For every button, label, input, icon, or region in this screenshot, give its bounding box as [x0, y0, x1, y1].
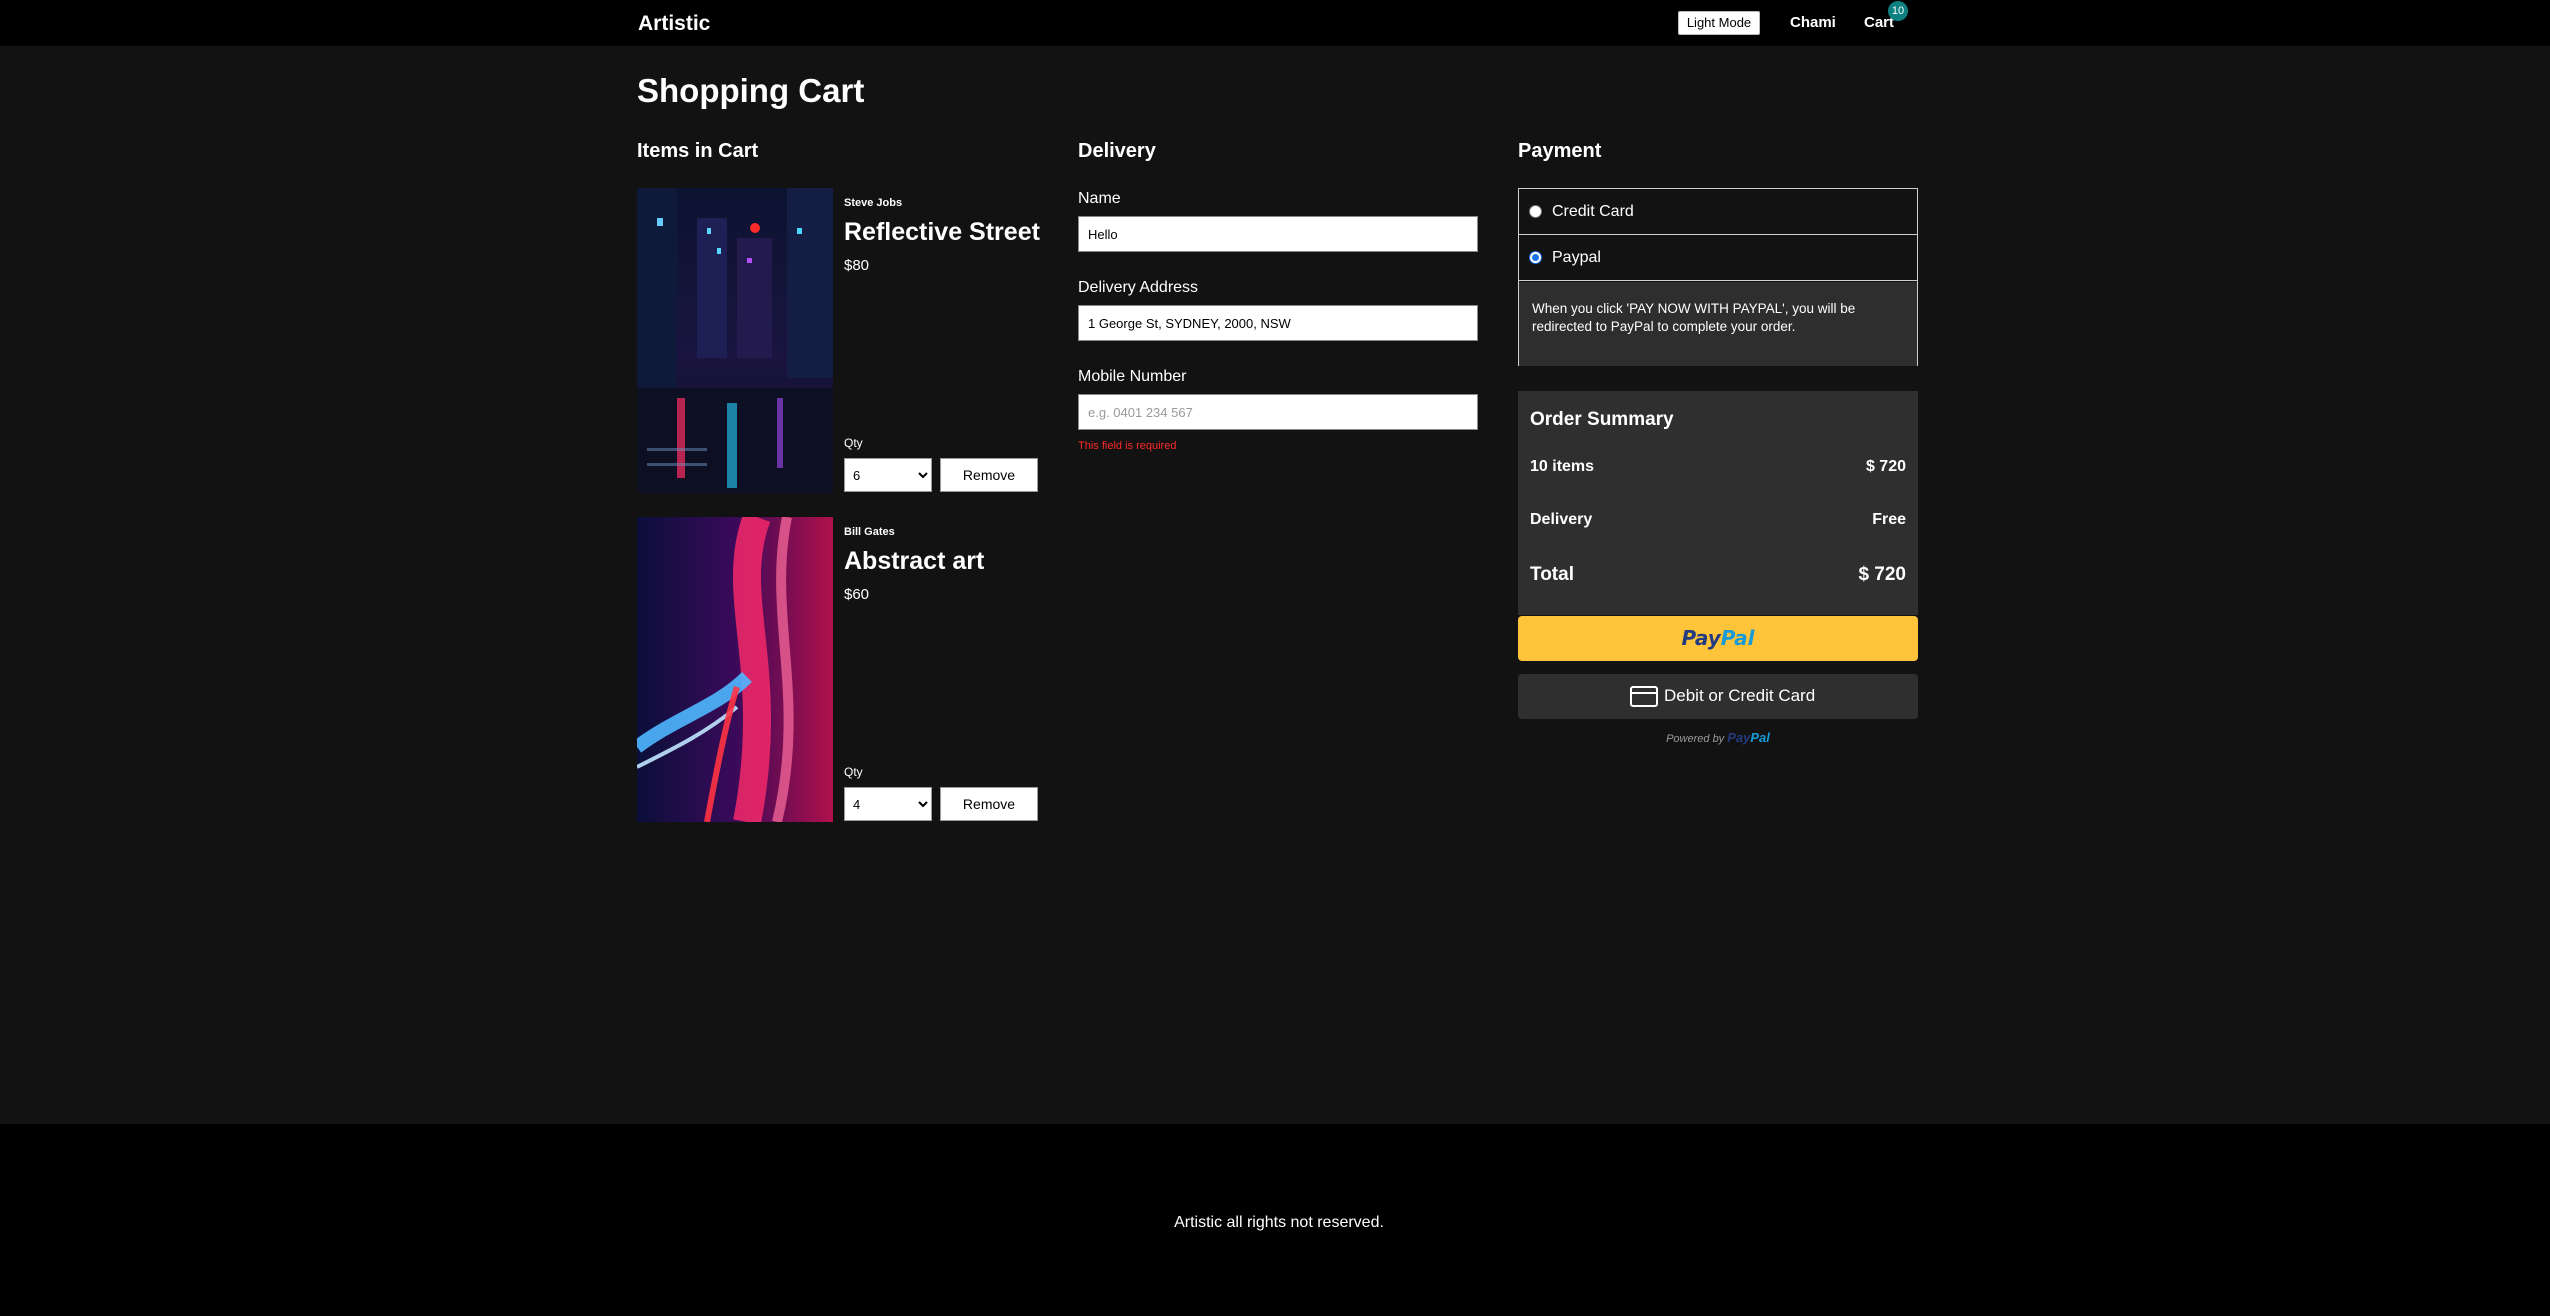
- paypal-logo: PayPal: [1681, 626, 1754, 650]
- name-label: Name: [1078, 190, 1121, 207]
- paypal-logo-part2: Pal: [1720, 626, 1755, 650]
- paypal-info-text: When you click 'PAY NOW WITH PAYPAL', yo…: [1519, 282, 1917, 366]
- order-summary: Order Summary 10 items $ 720 Delivery Fr…: [1518, 391, 1918, 615]
- qty-select[interactable]: 6: [844, 458, 932, 492]
- remove-button[interactable]: Remove: [940, 458, 1038, 492]
- page-title: Shopping Cart: [637, 72, 865, 109]
- payment-method-box: Credit Card Paypal When you click 'PAY N…: [1518, 188, 1918, 366]
- footer: Artistic all rights not reserved.: [0, 1124, 2550, 1316]
- paypal-logo-small-part2: Pal: [1750, 730, 1770, 745]
- card-button-label: Debit or Credit Card: [1664, 686, 1816, 705]
- payment-option-label: Credit Card: [1552, 203, 1634, 220]
- address-label: Delivery Address: [1078, 279, 1199, 296]
- item-title[interactable]: Reflective Street: [844, 218, 1040, 247]
- delivery-heading: Delivery: [1078, 140, 1156, 162]
- delivery-value: Free: [1872, 511, 1906, 528]
- light-mode-button[interactable]: Light Mode: [1678, 11, 1760, 35]
- mobile-label: Mobile Number: [1078, 368, 1187, 385]
- order-summary-title: Order Summary: [1530, 409, 1674, 430]
- artwork-image-abstract-art: [632, 512, 833, 825]
- items-count-label: 10 items: [1530, 458, 1595, 475]
- item-title[interactable]: Abstract art: [844, 547, 984, 576]
- delivery-label: Delivery: [1530, 511, 1593, 528]
- artwork-image-reflective-street: [637, 188, 833, 493]
- user-link[interactable]: Chami: [1790, 14, 1836, 31]
- item-price: $60: [844, 586, 870, 603]
- footer-text: Artistic all rights not reserved.: [1174, 1214, 1384, 1231]
- qty-label: Qty: [844, 765, 863, 779]
- payment-option-credit-card[interactable]: Credit Card: [1519, 189, 1917, 235]
- total-value: $ 720: [1858, 564, 1906, 585]
- cart-count-badge: 10: [1888, 1, 1908, 21]
- paypal-radio[interactable]: [1529, 251, 1542, 264]
- name-input[interactable]: [1078, 216, 1478, 252]
- powered-by-paypal: Powered by PayPal: [1518, 730, 1918, 745]
- top-navbar: Artistic Light Mode Chami Cart 10: [0, 0, 2550, 46]
- brand-logo[interactable]: Artistic: [638, 12, 710, 36]
- powered-by-text: Powered by: [1666, 733, 1725, 745]
- mobile-input[interactable]: [1078, 394, 1478, 430]
- items-subtotal-value: $ 720: [1865, 458, 1906, 475]
- total-label: Total: [1530, 564, 1574, 585]
- paypal-logo-small-part1: Pay: [1727, 730, 1751, 745]
- paypal-logo-part1: Pay: [1681, 626, 1721, 650]
- mobile-error-message: This field is required: [1078, 440, 1177, 452]
- payment-option-paypal[interactable]: Paypal: [1519, 235, 1917, 281]
- qty-select[interactable]: 4: [844, 787, 932, 821]
- item-artist: Bill Gates: [844, 526, 895, 538]
- address-input[interactable]: [1078, 305, 1478, 341]
- cart-heading: Items in Cart: [637, 140, 759, 162]
- artwork-thumbnail: [637, 188, 833, 493]
- credit-card-radio[interactable]: [1529, 205, 1542, 218]
- remove-button[interactable]: Remove: [940, 787, 1038, 821]
- payment-option-label: Paypal: [1552, 249, 1601, 266]
- item-artist: Steve Jobs: [844, 197, 903, 209]
- paypal-button[interactable]: PayPal: [1518, 616, 1918, 661]
- debit-credit-card-button[interactable]: Debit or Credit Card: [1518, 674, 1918, 719]
- item-price: $80: [844, 257, 870, 274]
- payment-heading: Payment: [1518, 140, 1602, 162]
- credit-card-icon: [1630, 686, 1658, 707]
- artwork-thumbnail: [632, 512, 833, 825]
- qty-label: Qty: [844, 436, 863, 450]
